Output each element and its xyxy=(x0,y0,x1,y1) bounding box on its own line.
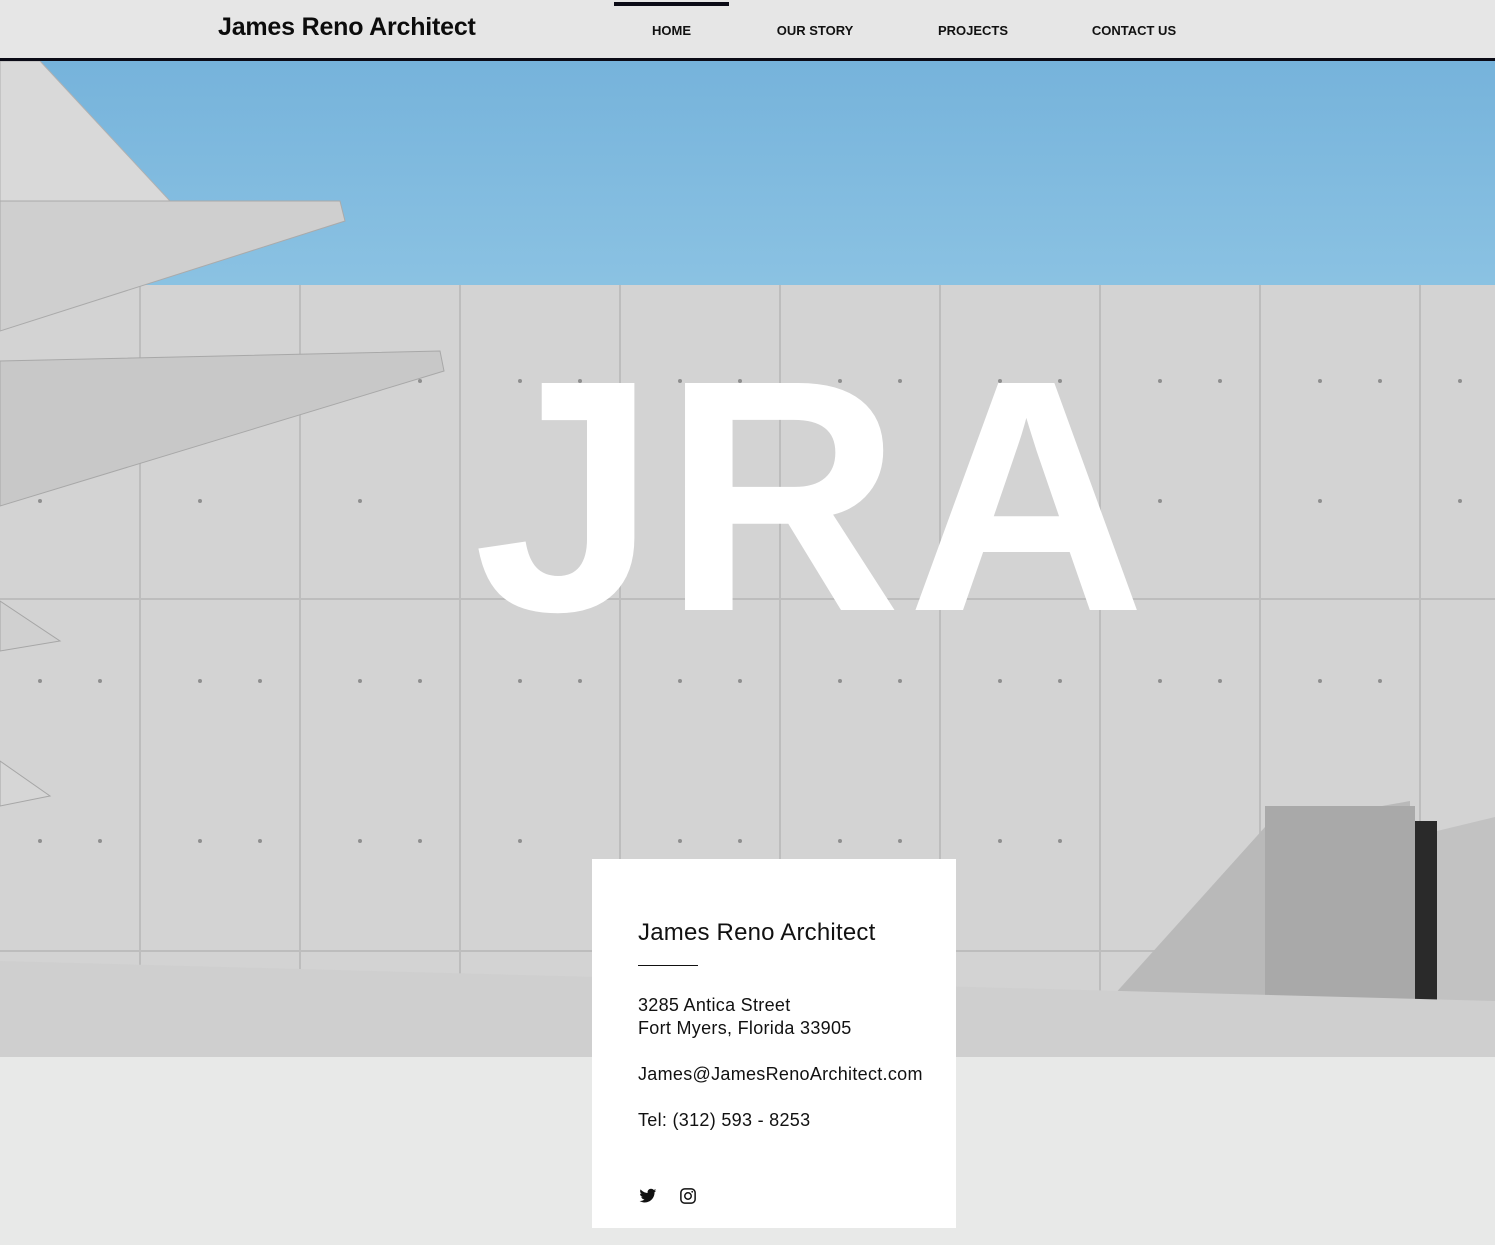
site-brand[interactable]: James Reno Architect xyxy=(218,13,476,42)
twitter-icon[interactable] xyxy=(639,1187,657,1205)
card-divider xyxy=(638,965,698,966)
contact-card: James Reno Architect 3285 Antica Street … xyxy=(592,859,956,1228)
nav-our-story[interactable]: OUR STORY xyxy=(760,3,870,58)
site-header: James Reno Architect HOME OUR STORY PROJ… xyxy=(0,0,1495,61)
nav-home[interactable]: HOME xyxy=(614,2,729,61)
email-link[interactable]: James@JamesRenoArchitect.com xyxy=(638,1064,923,1085)
card-title: James Reno Architect xyxy=(638,919,876,946)
instagram-icon[interactable] xyxy=(679,1187,697,1205)
nav-contact-us[interactable]: CONTACT US xyxy=(1074,3,1194,58)
hero-monogram: JRA xyxy=(473,311,1152,680)
nav-projects[interactable]: PROJECTS xyxy=(918,3,1028,58)
phone-number: Tel: (312) 593 - 8253 xyxy=(638,1110,811,1130)
address-line-2: Fort Myers, Florida 33905 xyxy=(638,1018,852,1038)
address-line-1: 3285 Antica Street xyxy=(638,995,791,1015)
